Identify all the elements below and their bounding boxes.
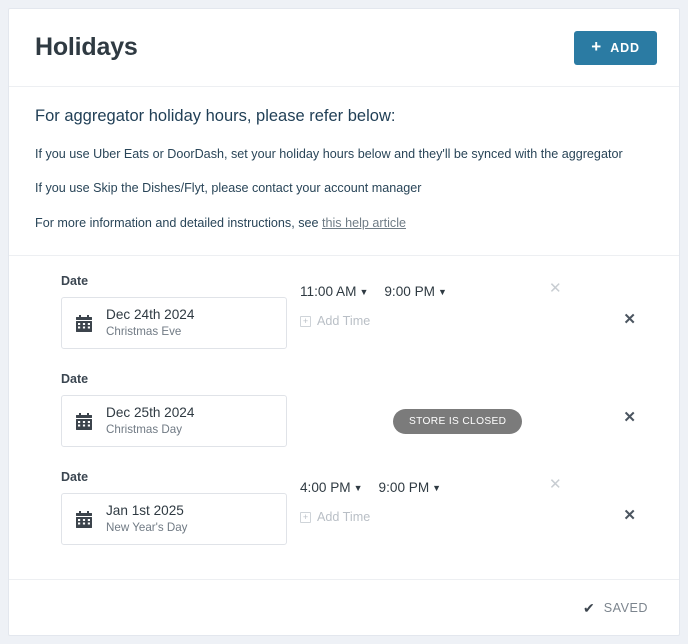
open-time-value: 4:00 PM: [300, 479, 351, 495]
date-picker-field[interactable]: Jan 1st 2025 New Year's Day: [61, 493, 287, 546]
time-slot: 4:00 PM ▼ 9:00 PM ▼ ✕: [300, 476, 653, 498]
table-row: Date: [9, 274, 679, 362]
date-value: Jan 1st 2025: [106, 503, 184, 519]
add-time-button[interactable]: + Add Time: [300, 314, 370, 328]
close-time-value: 9:00 PM: [384, 283, 435, 299]
open-time-value: 11:00 AM: [300, 283, 357, 299]
close-time-select[interactable]: 9:00 PM ▼: [384, 284, 447, 299]
chevron-down-icon: ▼: [432, 483, 442, 494]
date-holiday-name: Christmas Day: [106, 423, 183, 437]
date-column: Date: [61, 372, 287, 448]
plus-icon: +: [591, 37, 602, 56]
date-value: Dec 25th 2024: [106, 405, 195, 421]
info-section: For aggregator holiday hours, please ref…: [9, 87, 679, 257]
table-row: Date: [9, 470, 679, 558]
chevron-down-icon: ▼: [437, 287, 447, 298]
calendar-icon: [76, 510, 92, 528]
page-title: Holidays: [35, 33, 138, 61]
add-time-label: Add Time: [317, 314, 371, 329]
saved-status: ✔ SAVED: [583, 601, 648, 615]
info-line-help: For more information and detailed instru…: [35, 215, 653, 231]
holiday-rows: Date Dec 24th 2024 Christmas Eve 11:00 A…: [9, 256, 679, 579]
calendar-icon: [76, 412, 92, 430]
date-picker-field[interactable]: Dec 24th 2024 Christmas Eve: [61, 297, 287, 350]
date-picker-field[interactable]: Dec 25th 2024 Christmas Day: [61, 395, 287, 448]
date-column: Date: [61, 470, 287, 546]
info-help-prefix: For more information and detailed instru…: [35, 215, 322, 230]
times-column: 11:00 AM ▼ 9:00 PM ▼ ✕ + Add Time: [287, 274, 653, 329]
add-button-label: ADD: [610, 40, 640, 55]
add-time-label: Add Time: [317, 510, 371, 525]
chevron-down-icon: ▼: [359, 287, 369, 298]
saved-label: SAVED: [603, 600, 648, 615]
date-holiday-name: New Year's Day: [106, 521, 188, 535]
date-label: Date: [61, 274, 89, 289]
plus-box-icon: +: [300, 315, 311, 327]
card-footer: ✔ SAVED: [9, 579, 679, 635]
plus-box-icon: +: [300, 511, 311, 523]
check-icon: ✔: [583, 599, 595, 616]
date-holiday-name: Christmas Eve: [106, 325, 182, 339]
help-article-link[interactable]: this help article: [322, 216, 406, 230]
times-column: STORE IS CLOSED: [287, 372, 653, 435]
add-time-button[interactable]: + Add Time: [300, 510, 370, 524]
holidays-card: Holidays + ADD For aggregator holiday ho…: [8, 8, 680, 636]
chevron-down-icon: ▼: [353, 483, 363, 494]
open-time-select[interactable]: 11:00 AM ▼: [300, 284, 368, 299]
date-label: Date: [61, 470, 89, 485]
card-header: Holidays + ADD: [9, 9, 679, 87]
date-text: Jan 1st 2025 New Year's Day: [106, 503, 187, 535]
calendar-icon: [76, 314, 92, 332]
info-line-skip-flyt: If you use Skip the Dishes/Flyt, please …: [35, 181, 422, 196]
remove-row-icon[interactable]: ✕: [623, 312, 636, 327]
table-row: Date: [9, 372, 679, 460]
time-slot: 11:00 AM ▼ 9:00 PM ▼ ✕: [300, 280, 653, 302]
info-line-aggregators: If you use Uber Eats or DoorDash, set yo…: [35, 147, 623, 161]
remove-time-slot-icon[interactable]: ✕: [549, 477, 562, 492]
open-time-select[interactable]: 4:00 PM ▼: [300, 480, 363, 495]
date-column: Date: [61, 274, 287, 350]
close-time-select[interactable]: 9:00 PM ▼: [379, 480, 442, 495]
page-background: Holidays + ADD For aggregator holiday ho…: [0, 0, 688, 644]
add-holiday-button[interactable]: + ADD: [574, 30, 657, 65]
remove-row-icon[interactable]: ✕: [623, 508, 636, 523]
remove-time-slot-icon[interactable]: ✕: [549, 281, 562, 296]
close-time-value: 9:00 PM: [378, 479, 430, 495]
date-text: Dec 24th 2024 Christmas Eve: [106, 307, 194, 339]
date-label: Date: [61, 372, 89, 387]
times-column: 4:00 PM ▼ 9:00 PM ▼ ✕ + Add Time: [287, 470, 653, 525]
remove-row-icon[interactable]: ✕: [623, 410, 636, 425]
status-badge[interactable]: STORE IS CLOSED: [393, 409, 523, 435]
info-heading: For aggregator holiday hours, please ref…: [35, 107, 396, 125]
date-text: Dec 25th 2024 Christmas Day: [106, 405, 194, 437]
date-value: Dec 24th 2024: [106, 307, 195, 323]
